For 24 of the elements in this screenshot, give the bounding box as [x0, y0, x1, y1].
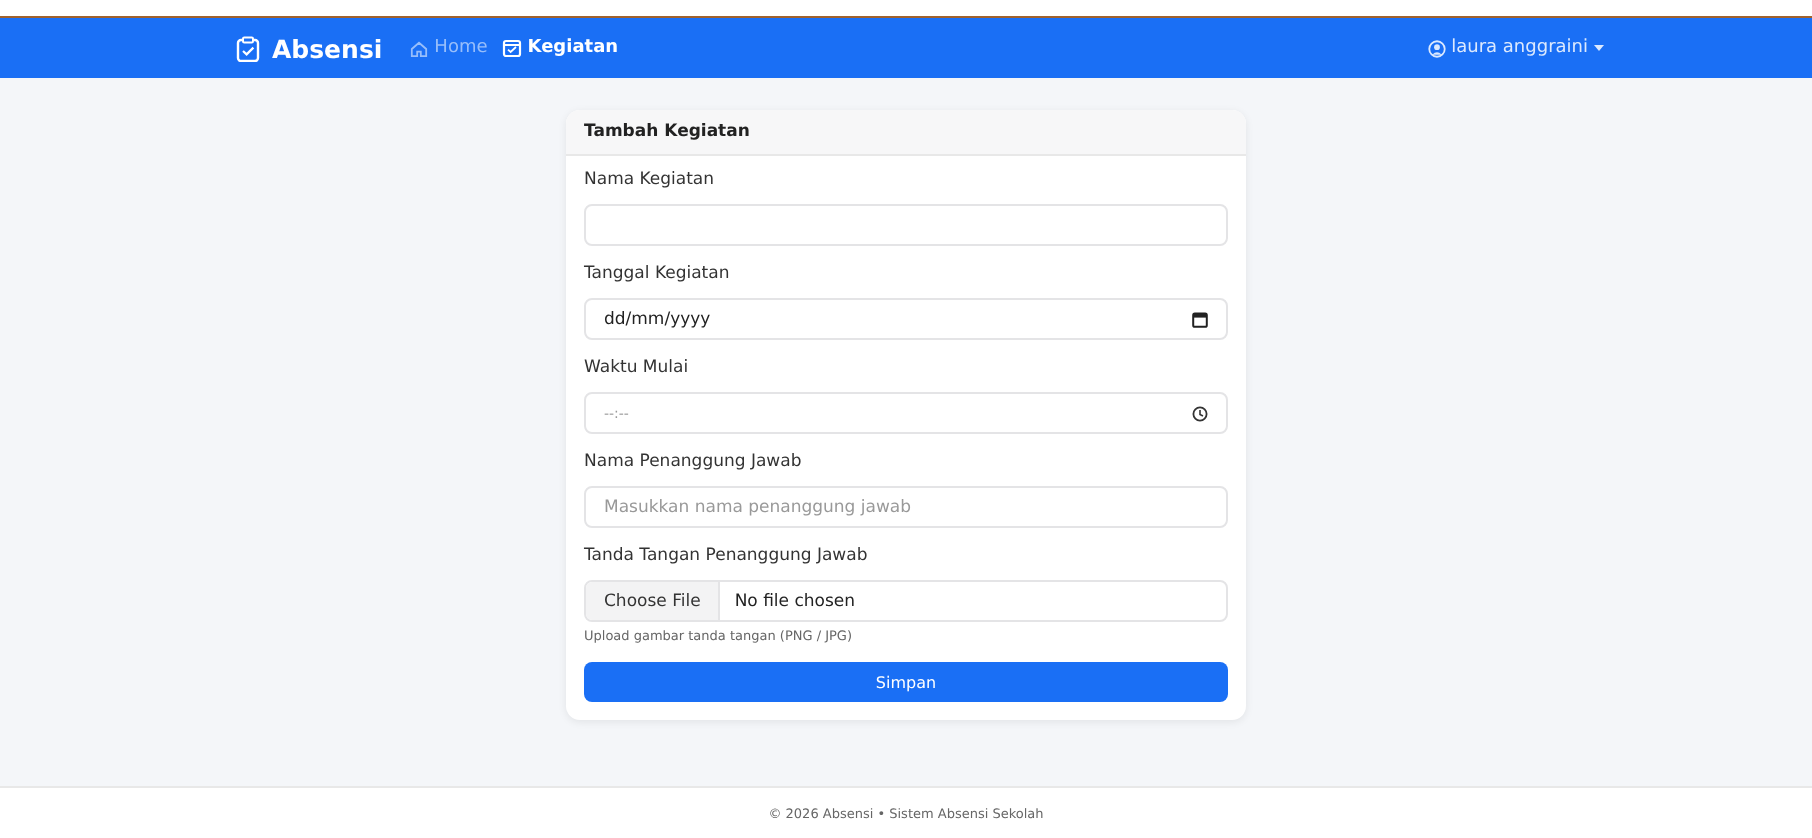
user-icon [1427, 39, 1446, 57]
nav-link[interactable]: Kegiatan [501, 38, 619, 58]
calendar-icon [1192, 311, 1208, 327]
field-label: Nama Penanggung Jawab [584, 452, 804, 474]
caret-icon [1594, 44, 1604, 52]
field-label: Tanda Tangan Penanggung Jawab [584, 546, 870, 568]
choose-file-button[interactable]: Choose File [586, 582, 721, 620]
field-label: Tanggal Kegiatan [584, 264, 732, 286]
date-field[interactable]: dd/mm/yyyy [584, 298, 1228, 340]
calendar-icon [501, 38, 522, 58]
home-icon [410, 39, 429, 57]
input-field[interactable]: Masukkan nama penanggung jawab [584, 486, 1228, 528]
clipboard-icon [236, 35, 260, 61]
file-status-text: No file chosen [732, 591, 856, 611]
file-input-field[interactable]: Choose File No file chosen [584, 580, 1228, 622]
card-title: Tambah Kegiatan [584, 122, 750, 142]
brand-name: Absensi [272, 33, 383, 63]
input-field[interactable] [584, 204, 1228, 246]
save-button[interactable]: Simpan [584, 662, 1228, 702]
clock-icon [1192, 405, 1208, 421]
nav-link[interactable]: Home [410, 38, 488, 58]
user-menu[interactable]: laura anggraini [1427, 38, 1604, 58]
field-label: Waktu Mulai [584, 358, 691, 380]
field-label: Nama Kegiatan [584, 170, 717, 192]
